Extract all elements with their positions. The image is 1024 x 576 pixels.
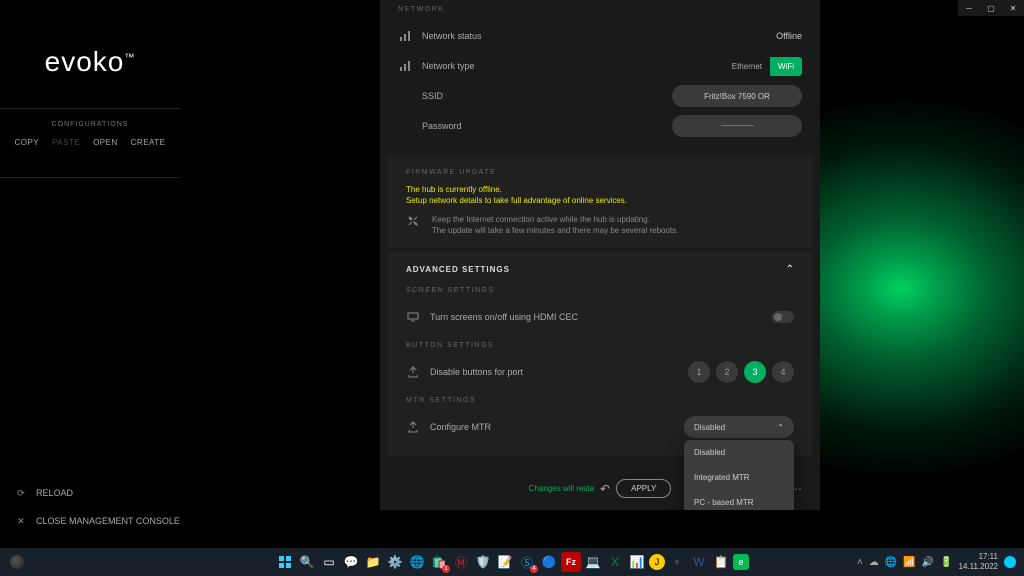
upload-icon [406, 420, 420, 434]
taskbar: 🔍 ▭ 💬 📁 ⚙️ 🌐 🛍️1 Ⓜ 🛡️ 📝 Ⓢ4 🔵 Fz 💻 X 📊 J … [0, 548, 1024, 576]
terminal-icon[interactable]: ▪️ [667, 552, 687, 572]
excel-icon[interactable]: X [605, 552, 625, 572]
paste-action: PASTE [52, 138, 80, 147]
cec-label: Turn screens on/off using HDMI CEC [430, 312, 578, 322]
create-action[interactable]: CREATE [131, 138, 166, 147]
ssid-input[interactable]: Fritz!Box 7590 OR [672, 85, 802, 107]
app-logo: evoko™ [0, 46, 180, 78]
close-icon: ✕ [14, 514, 28, 528]
port-1[interactable]: 1 [688, 361, 710, 383]
mcafee-icon[interactable]: Ⓜ [451, 552, 471, 572]
undo-button[interactable]: ↶ [600, 482, 610, 496]
maximize-button[interactable]: ▢ [980, 0, 1002, 16]
divider [0, 108, 180, 109]
search-icon[interactable]: 🔍 [297, 552, 317, 572]
divider [0, 177, 180, 178]
mtr-option-integrated[interactable]: Integrated MTR [684, 465, 794, 490]
disable-ports-label: Disable buttons for port [430, 367, 523, 377]
mtr-option-pc[interactable]: PC - based MTR [684, 490, 794, 510]
chat-icon[interactable]: 💬 [341, 552, 361, 572]
mtr-option-disabled[interactable]: Disabled [684, 440, 794, 465]
sidebar-section-label: CONFIGURATIONS [0, 121, 180, 128]
window-titlebar: ─ ▢ ✕ [958, 0, 1024, 16]
password-input[interactable] [672, 115, 802, 137]
chevron-up-icon: ⌃ [777, 423, 784, 432]
language-icon[interactable]: 🌐 [885, 557, 897, 568]
tools-icon [406, 214, 420, 228]
screen-settings-header: SCREEN SETTINGS [406, 287, 794, 294]
volume-icon[interactable]: 🔊 [922, 557, 934, 568]
reload-icon: ⟳ [14, 486, 28, 500]
firmware-info: Keep the Internet connection active whil… [432, 214, 678, 236]
button-settings-header: BUTTON SETTINGS [406, 342, 794, 349]
sidebar-actions: COPY PASTE OPEN CREATE [0, 138, 180, 147]
mtr-dropdown-menu: Disabled Integrated MTR PC - based MTR [684, 440, 794, 510]
port-4[interactable]: 4 [772, 361, 794, 383]
mtr-label: Configure MTR [430, 422, 491, 432]
word-icon[interactable]: W [689, 552, 709, 572]
wifi-option[interactable]: WiFi [770, 57, 802, 76]
clock[interactable]: 17:11 14.11.2022 [959, 552, 998, 572]
monitor-icon [406, 310, 420, 324]
notification-badge[interactable] [1004, 556, 1016, 568]
network-status-label: Network status [422, 31, 482, 41]
chevron-up-icon: ⌃ [786, 264, 794, 275]
signal-icon [398, 29, 412, 43]
start-button[interactable] [275, 552, 295, 572]
taskview-icon[interactable]: ▭ [319, 552, 339, 572]
weather-icon [10, 555, 24, 569]
close-console-button[interactable]: ✕ CLOSE MANAGEMENT CONSOLE [14, 514, 180, 528]
filezilla-icon[interactable]: Fz [561, 552, 581, 572]
security-icon[interactable]: 🛡️ [473, 552, 493, 572]
wifi-icon[interactable]: 📶 [903, 557, 915, 568]
network-type-toggle[interactable]: Ethernet WiFi [724, 57, 802, 76]
onedrive-icon[interactable]: ☁ [869, 557, 879, 568]
evoko-icon[interactable]: e [733, 554, 749, 570]
chrome-icon[interactable]: 🔵 [539, 552, 559, 572]
skype-icon[interactable]: Ⓢ4 [517, 552, 537, 572]
upload-icon [406, 365, 420, 379]
explorer-icon[interactable]: 📁 [363, 552, 383, 572]
close-button[interactable]: ✕ [1002, 0, 1024, 16]
open-action[interactable]: OPEN [93, 138, 118, 147]
copy-action[interactable]: COPY [14, 138, 39, 147]
offline-warning: The hub is currently offline. Setup netw… [406, 184, 794, 206]
network-header: NETWORK [398, 6, 802, 13]
store-icon[interactable]: 🛍️1 [429, 552, 449, 572]
mtr-settings-header: MTR SETTINGS [406, 397, 794, 404]
system-tray: ˄ ☁ 🌐 📶 🔊 🔋 17:11 14.11.2022 [857, 552, 1016, 572]
notes-icon[interactable]: 📝 [495, 552, 515, 572]
apply-button[interactable]: APPLY [616, 479, 671, 498]
cec-toggle[interactable] [772, 311, 794, 323]
advanced-toggle[interactable]: ADVANCED SETTINGS ⌃ [388, 252, 812, 287]
minimize-button[interactable]: ─ [958, 0, 980, 16]
chevron-up-icon[interactable]: ˄ [857, 557, 863, 568]
main-panel: NETWORK Network status Offline Network t… [380, 0, 820, 510]
firmware-header: FIRMWARE UPDATE [406, 169, 794, 176]
ethernet-option[interactable]: Ethernet [724, 57, 770, 76]
settings-icon[interactable]: ⚙️ [385, 552, 405, 572]
app-icon-2[interactable]: 📋 [711, 552, 731, 572]
changes-note: Changes will resta [529, 484, 594, 493]
port-2[interactable]: 2 [716, 361, 738, 383]
password-label: Password [422, 121, 462, 131]
battery-icon[interactable]: 🔋 [940, 557, 952, 568]
mtr-dropdown[interactable]: Disabled ⌃ Disabled Integrated MTR PC - … [684, 416, 794, 438]
port-3[interactable]: 3 [744, 361, 766, 383]
taskbar-widgets[interactable] [10, 555, 24, 569]
edge-icon[interactable]: 🌐 [407, 552, 427, 572]
sidebar: evoko™ CONFIGURATIONS COPY PASTE OPEN CR… [0, 0, 180, 548]
ssid-label: SSID [422, 91, 443, 101]
network-type-label: Network type [422, 61, 475, 71]
port-selector: 1 2 3 4 [688, 361, 794, 383]
app-icon-yellow[interactable]: J [649, 554, 665, 570]
network-status-value: Offline [776, 31, 802, 41]
putty-icon[interactable]: 💻 [583, 552, 603, 572]
app-icon[interactable]: 📊 [627, 552, 647, 572]
taskbar-apps: 🔍 ▭ 💬 📁 ⚙️ 🌐 🛍️1 Ⓜ 🛡️ 📝 Ⓢ4 🔵 Fz 💻 X 📊 J … [275, 552, 749, 572]
reload-button[interactable]: ⟳ RELOAD [14, 486, 180, 500]
signal-icon [398, 59, 412, 73]
